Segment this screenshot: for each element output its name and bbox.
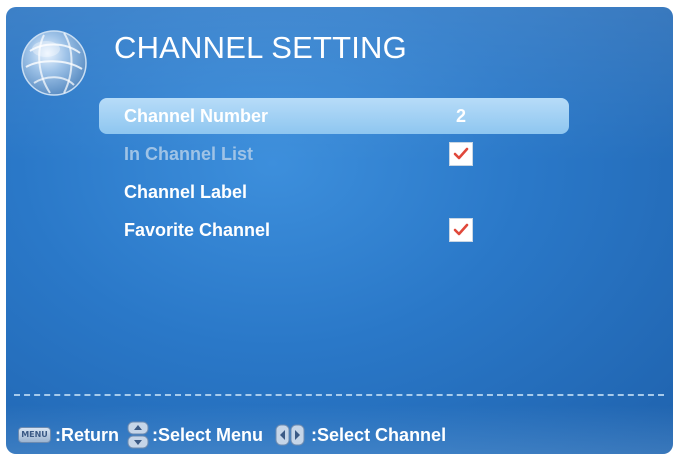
up-down-key-icon [127,421,149,449]
menu-item-label: Favorite Channel [124,220,271,240]
settings-menu: Channel Number 2 In Channel List Channel… [99,98,569,250]
page-title: CHANNEL SETTING [114,30,407,65]
favorite-channel-checkbox[interactable] [449,218,473,242]
menu-key-icon: MENU [18,427,51,443]
left-right-key-icon [275,424,305,446]
select-menu-hint: :Select Menu [152,424,264,445]
menu-item-channel-number[interactable]: Channel Number 2 [99,98,569,134]
in-channel-list-checkbox [449,142,473,166]
footer-hints: MENU :Return :Select Menu :Select Channe… [18,421,446,449]
return-hint: :Return [55,424,119,445]
menu-item-channel-label[interactable]: Channel Label [99,174,569,210]
menu-item-label: Channel Number [124,106,269,126]
checkmark-icon [453,147,469,160]
menu-item-label: Channel Label [124,182,248,202]
checkmark-icon [453,223,469,236]
menu-item-in-channel-list: In Channel List [99,136,569,172]
menu-item-label: In Channel List [124,144,254,164]
footer-divider [14,394,664,396]
globe-icon [21,30,87,96]
channel-number-value: 2 [456,106,467,126]
select-channel-hint: :Select Channel [311,424,447,445]
menu-item-favorite-channel[interactable]: Favorite Channel [99,212,569,248]
tv-osd-screen: CHANNEL SETTING Channel Number 2 In Chan… [6,7,673,454]
